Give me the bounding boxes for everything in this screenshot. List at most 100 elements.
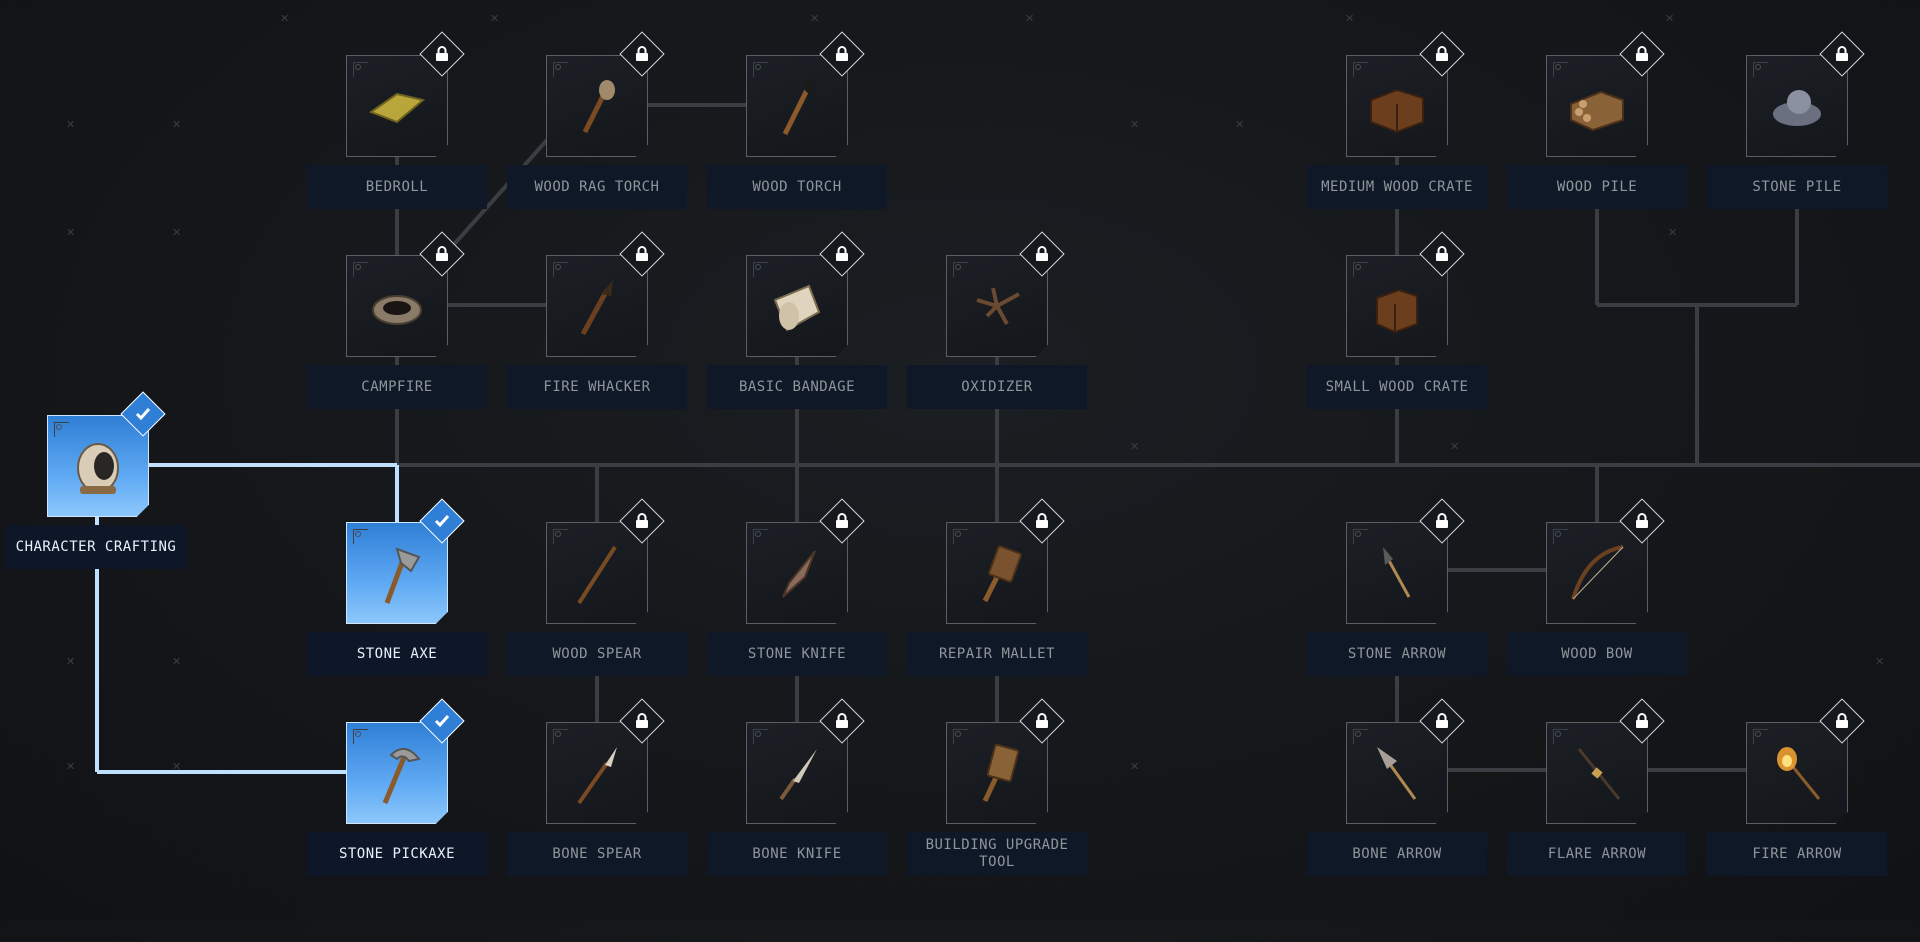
node-basic-bandage[interactable]: BASIC BANDAGE bbox=[707, 231, 887, 475]
node-stone-pickaxe[interactable]: STONE PICKAXE bbox=[307, 698, 487, 942]
node-tile[interactable] bbox=[1746, 722, 1848, 824]
node-label: BONE SPEAR bbox=[507, 832, 687, 876]
node-label: WOOD SPEAR bbox=[507, 632, 687, 676]
decor-x-mark: ✕ bbox=[1130, 760, 1140, 773]
node-label: MEDIUM WOOD CRATE bbox=[1307, 165, 1487, 209]
node-tile[interactable] bbox=[746, 722, 848, 824]
node-wood-bow[interactable]: WOOD BOW bbox=[1507, 498, 1687, 742]
node-label: STONE AXE bbox=[307, 632, 487, 676]
lock-icon bbox=[836, 713, 848, 728]
decor-x-mark: ✕ bbox=[66, 655, 76, 668]
node-label: STONE PICKAXE bbox=[307, 832, 487, 876]
node-wood-pile[interactable]: WOOD PILE bbox=[1507, 31, 1687, 275]
node-stone-pile[interactable]: STONE PILE bbox=[1707, 31, 1887, 275]
bedroll-icon bbox=[368, 92, 426, 124]
node-label: STONE KNIFE bbox=[707, 632, 887, 676]
node-wood-rag-torch[interactable]: WOOD RAG TORCH bbox=[507, 31, 687, 275]
crate-icon bbox=[1370, 88, 1424, 134]
decor-x-mark: ✕ bbox=[1235, 118, 1245, 131]
node-wood-spear[interactable]: WOOD SPEAR bbox=[507, 498, 687, 742]
node-label: FIRE WHACKER bbox=[507, 365, 687, 409]
node-stone-knife[interactable]: STONE KNIFE bbox=[707, 498, 887, 742]
node-tile[interactable] bbox=[746, 255, 848, 357]
fire-arrow-icon bbox=[1777, 747, 1821, 800]
decor-x-mark: ✕ bbox=[172, 655, 182, 668]
node-tile[interactable] bbox=[546, 722, 648, 824]
node-wood-torch[interactable]: WOOD TORCH bbox=[707, 31, 887, 275]
node-medium-wood-crate[interactable]: MEDIUM WOOD CRATE bbox=[1307, 31, 1487, 275]
node-fire-whacker[interactable]: FIRE WHACKER bbox=[507, 231, 687, 475]
arrow-icon bbox=[1383, 547, 1411, 598]
node-tile[interactable] bbox=[1346, 255, 1448, 357]
lock-icon bbox=[836, 246, 848, 261]
node-label: CHARACTER CRAFTING bbox=[6, 525, 186, 569]
decor-x-mark: ✕ bbox=[280, 12, 290, 25]
node-fire-arrow[interactable]: FIRE ARROW bbox=[1707, 698, 1887, 942]
lock-icon bbox=[1036, 246, 1048, 261]
node-tile[interactable] bbox=[1546, 522, 1648, 624]
node-label: WOOD PILE bbox=[1507, 165, 1687, 209]
node-campfire[interactable]: CAMPFIRE bbox=[307, 231, 487, 475]
node-tile[interactable] bbox=[1346, 55, 1448, 157]
node-small-wood-crate[interactable]: SMALL WOOD CRATE bbox=[1307, 231, 1487, 475]
node-repair-mallet[interactable]: REPAIR MALLET bbox=[907, 498, 1087, 742]
bandage-icon bbox=[773, 284, 821, 332]
node-tile[interactable] bbox=[546, 255, 648, 357]
fire-whacker-icon bbox=[580, 280, 613, 336]
bone-knife-icon bbox=[779, 749, 817, 801]
node-label: STONE ARROW bbox=[1307, 632, 1487, 676]
node-bedroll[interactable]: BEDROLL bbox=[307, 31, 487, 275]
decor-x-mark: ✕ bbox=[172, 226, 182, 239]
bow-icon bbox=[1571, 545, 1624, 600]
node-bone-spear[interactable]: BONE SPEAR bbox=[507, 698, 687, 942]
node-tile[interactable] bbox=[346, 722, 448, 824]
node-tile[interactable] bbox=[1346, 522, 1448, 624]
node-stone-arrow[interactable]: STONE ARROW bbox=[1307, 498, 1487, 742]
node-flare-arrow[interactable]: FLARE ARROW bbox=[1507, 698, 1687, 942]
lock-icon bbox=[1636, 46, 1648, 61]
node-bone-arrow[interactable]: BONE ARROW bbox=[1307, 698, 1487, 942]
spear-icon bbox=[577, 545, 617, 605]
lock-icon bbox=[636, 46, 648, 61]
node-label: CAMPFIRE bbox=[307, 365, 487, 409]
upgrade-tool-icon bbox=[982, 743, 1020, 803]
lock-icon bbox=[1036, 513, 1048, 528]
node-oxidizer[interactable]: OXIDIZER bbox=[907, 231, 1087, 475]
node-tile[interactable] bbox=[1346, 722, 1448, 824]
bone-arrow-icon bbox=[1377, 747, 1417, 800]
campfire-icon bbox=[372, 295, 422, 325]
node-tile[interactable] bbox=[47, 415, 149, 517]
node-tile[interactable] bbox=[346, 55, 448, 157]
bone-spear-icon bbox=[577, 747, 617, 805]
wood-pile-icon bbox=[1570, 90, 1624, 132]
node-tile[interactable] bbox=[1546, 55, 1648, 157]
decor-x-mark: ✕ bbox=[1130, 118, 1140, 131]
node-tile[interactable] bbox=[1546, 722, 1648, 824]
node-tile[interactable] bbox=[946, 722, 1048, 824]
node-stone-axe[interactable]: STONE AXE bbox=[307, 498, 487, 742]
node-tile[interactable] bbox=[746, 55, 848, 157]
node-building-upgrade-tool[interactable]: BUILDING UPGRADE TOOL bbox=[907, 698, 1087, 942]
node-character-crafting[interactable]: CHARACTER CRAFTING bbox=[6, 391, 188, 635]
decor-x-mark: ✕ bbox=[172, 760, 182, 773]
lock-icon bbox=[1436, 713, 1448, 728]
stone-pile-icon bbox=[1773, 90, 1821, 126]
node-bone-knife[interactable]: BONE KNIFE bbox=[707, 698, 887, 942]
lock-icon bbox=[1836, 713, 1848, 728]
node-label: WOOD BOW bbox=[1507, 632, 1687, 676]
node-tile[interactable] bbox=[546, 55, 648, 157]
decor-x-mark: ✕ bbox=[1665, 12, 1675, 25]
lock-icon bbox=[1036, 713, 1048, 728]
node-tile[interactable] bbox=[346, 255, 448, 357]
decor-x-mark: ✕ bbox=[1875, 655, 1885, 668]
node-tile[interactable] bbox=[546, 522, 648, 624]
node-tile[interactable] bbox=[346, 522, 448, 624]
flare-arrow-icon bbox=[1577, 748, 1621, 800]
torch-icon bbox=[782, 79, 814, 136]
decor-x-mark: ✕ bbox=[66, 226, 76, 239]
node-tile[interactable] bbox=[946, 522, 1048, 624]
decor-x-mark: ✕ bbox=[172, 118, 182, 131]
node-tile[interactable] bbox=[946, 255, 1048, 357]
node-tile[interactable] bbox=[1746, 55, 1848, 157]
node-tile[interactable] bbox=[746, 522, 848, 624]
